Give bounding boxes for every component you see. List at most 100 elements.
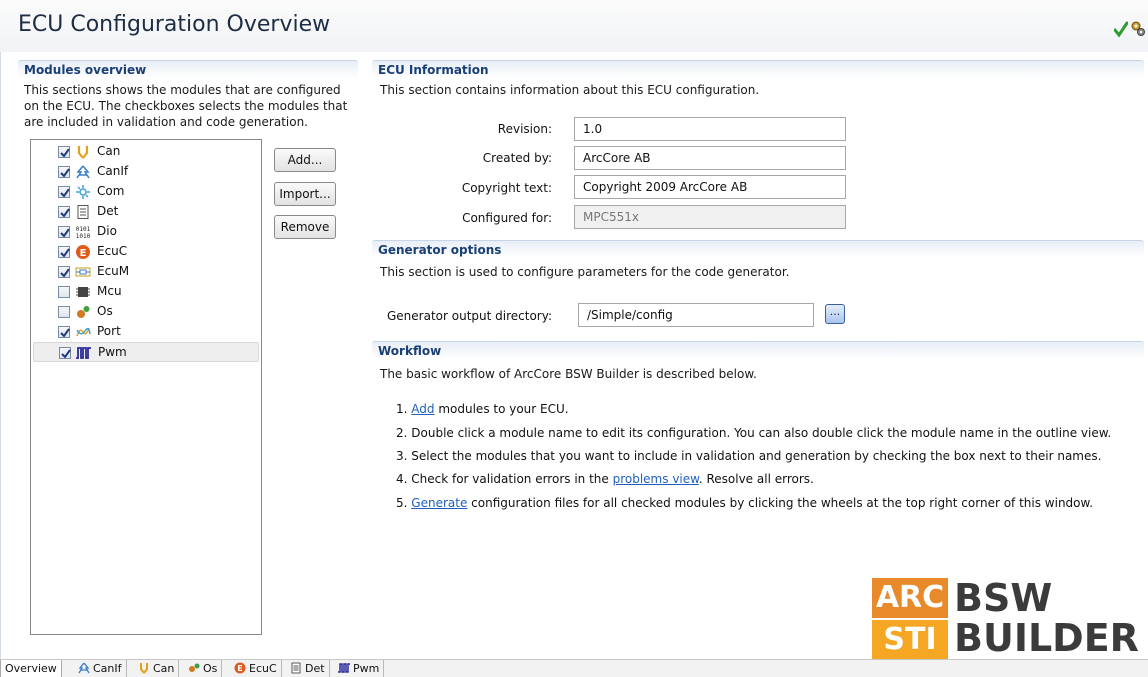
workflow-step-4-text: 4. Check for validation errors in the: [396, 472, 609, 486]
import-module-button[interactable]: Import...: [274, 182, 336, 206]
can-icon: [140, 663, 148, 674]
remove-module-button[interactable]: Remove: [274, 215, 336, 239]
det-icon: [77, 205, 89, 219]
generator-options-header[interactable]: Generator options: [372, 240, 1144, 258]
add-module-button[interactable]: Add...: [274, 148, 336, 172]
workflow-step-1-number: 1.: [396, 402, 408, 416]
tab-overview[interactable]: Overview: [0, 660, 62, 677]
module-checkbox[interactable]: [58, 266, 70, 278]
tab-canif[interactable]: CanIf: [74, 660, 127, 677]
workflow-step-1-text: modules to your ECU.: [438, 402, 569, 416]
output-directory-field[interactable]: [578, 303, 814, 327]
workflow-step-5-text: configuration files for all checked modu…: [471, 496, 1094, 510]
module-label: Pwm: [98, 345, 127, 359]
canif-icon: [76, 165, 90, 179]
module-label: EcuC: [97, 244, 128, 258]
workflow-step-1: 1. Add modules to your ECU.: [396, 402, 569, 416]
logo-sti-text: STI: [872, 620, 948, 660]
module-row-det[interactable]: Det: [33, 202, 259, 222]
module-row-mcu[interactable]: Mcu: [33, 282, 259, 302]
logo-bsw-text: BSW: [954, 576, 1053, 620]
module-label: CanIf: [97, 164, 129, 178]
revision-field[interactable]: [574, 117, 846, 141]
module-tree[interactable]: Can CanIf Com Det 0101 1010 Dio E EcuC EcuM Mcu Os P…: [30, 139, 262, 635]
module-row-os[interactable]: Os: [33, 302, 259, 322]
browse-directory-button[interactable]: ...: [825, 304, 845, 324]
workflow-step-2: 2. Double click a module name to edit it…: [396, 426, 1112, 440]
com-icon: [76, 185, 90, 199]
tab-can-label: Can: [153, 662, 175, 675]
validation-ok-check-icon[interactable]: [1114, 20, 1128, 38]
canif-icon: [78, 662, 90, 674]
module-checkbox[interactable]: [58, 306, 70, 318]
modules-desc-line-3: are included in validation and code gene…: [24, 115, 308, 129]
tab-can[interactable]: Can: [134, 660, 180, 677]
workflow-header[interactable]: Workflow: [372, 341, 1144, 359]
modules-overview-header[interactable]: Modules overview: [18, 60, 358, 78]
svg-text:1010: 1010: [76, 233, 91, 240]
tab-os[interactable]: Os: [184, 660, 223, 677]
module-checkbox[interactable]: [59, 347, 71, 359]
configured-for-field: [574, 205, 846, 229]
module-row-ecum[interactable]: EcuM: [33, 262, 259, 282]
module-checkbox[interactable]: [58, 286, 70, 298]
copyright-label: Copyright text:: [461, 181, 552, 195]
svg-text:E: E: [237, 664, 242, 673]
module-row-port[interactable]: Port: [33, 322, 259, 342]
module-row-can[interactable]: Can: [33, 142, 259, 162]
module-row-ecuc[interactable]: E EcuC: [33, 242, 259, 262]
copyright-field[interactable]: [574, 175, 846, 199]
mcu-icon: [76, 287, 90, 297]
created-by-label: Created by:: [482, 151, 552, 165]
logo-arc-text: ARC: [872, 578, 948, 618]
workflow-step-4: 4. Check for validation errors in the pr…: [396, 472, 814, 486]
tab-pwm[interactable]: Pwm: [334, 660, 385, 677]
configured-for-label: Configured for:: [462, 211, 552, 225]
module-label: Dio: [97, 224, 117, 238]
tab-ecuc[interactable]: E EcuC: [230, 660, 282, 677]
editor-left-border: [0, 52, 1, 659]
modules-desc-line-1: This sections shows the modules that are…: [24, 83, 341, 97]
ecu-information-header[interactable]: ECU Information: [372, 60, 1144, 78]
module-label: Os: [97, 304, 113, 318]
tab-overview-label: Overview: [5, 662, 57, 675]
generate-gears-icon[interactable]: [1130, 19, 1146, 37]
module-checkbox[interactable]: [58, 326, 70, 338]
modules-desc-line-2: on the ECU. The checkboxes selects the m…: [24, 99, 348, 113]
port-icon: [76, 327, 91, 337]
module-checkbox[interactable]: [58, 166, 70, 178]
tab-os-label: Os: [203, 662, 218, 675]
module-checkbox[interactable]: [58, 246, 70, 258]
module-label: EcuM: [97, 264, 130, 278]
os-icon: [77, 306, 90, 318]
module-checkbox[interactable]: [58, 146, 70, 158]
arc-sti-logo-mark: ARC STI: [872, 578, 948, 660]
tab-ecuc-label: EcuC: [249, 662, 277, 675]
module-row-dio[interactable]: 0101 1010 Dio: [33, 222, 259, 242]
dio-icon: 01011010: [76, 226, 91, 240]
ecuc-icon: E: [234, 662, 246, 674]
module-label: Mcu: [97, 284, 122, 298]
module-checkbox[interactable]: [58, 206, 70, 218]
logo-builder-text: BUILDER: [954, 616, 1139, 660]
workflow-step-5-number: 5.: [396, 496, 408, 510]
tab-canif-label: CanIf: [93, 662, 122, 675]
ecuc-icon: E: [76, 245, 90, 259]
module-row-pwm[interactable]: Pwm: [33, 342, 259, 362]
generate-link[interactable]: Generate: [411, 496, 467, 510]
add-modules-link[interactable]: Add: [411, 402, 434, 416]
det-icon: [291, 662, 301, 674]
ecu-information-description: This section contains information about …: [380, 83, 760, 97]
module-checkbox[interactable]: [58, 226, 70, 238]
created-by-field[interactable]: [574, 146, 846, 170]
modules-overview-description: This sections shows the modules that are…: [24, 82, 354, 130]
module-row-com[interactable]: Com: [33, 182, 259, 202]
workflow-description: The basic workflow of ArcCore BSW Builde…: [380, 367, 757, 381]
output-directory-label: Generator output directory:: [387, 309, 552, 323]
page-title: ECU Configuration Overview: [18, 12, 331, 37]
module-checkbox[interactable]: [58, 186, 70, 198]
pwm-icon: [76, 347, 91, 359]
problems-view-link[interactable]: problems view: [613, 472, 699, 486]
tab-det[interactable]: Det: [286, 660, 330, 677]
module-row-canif[interactable]: CanIf: [33, 162, 259, 182]
